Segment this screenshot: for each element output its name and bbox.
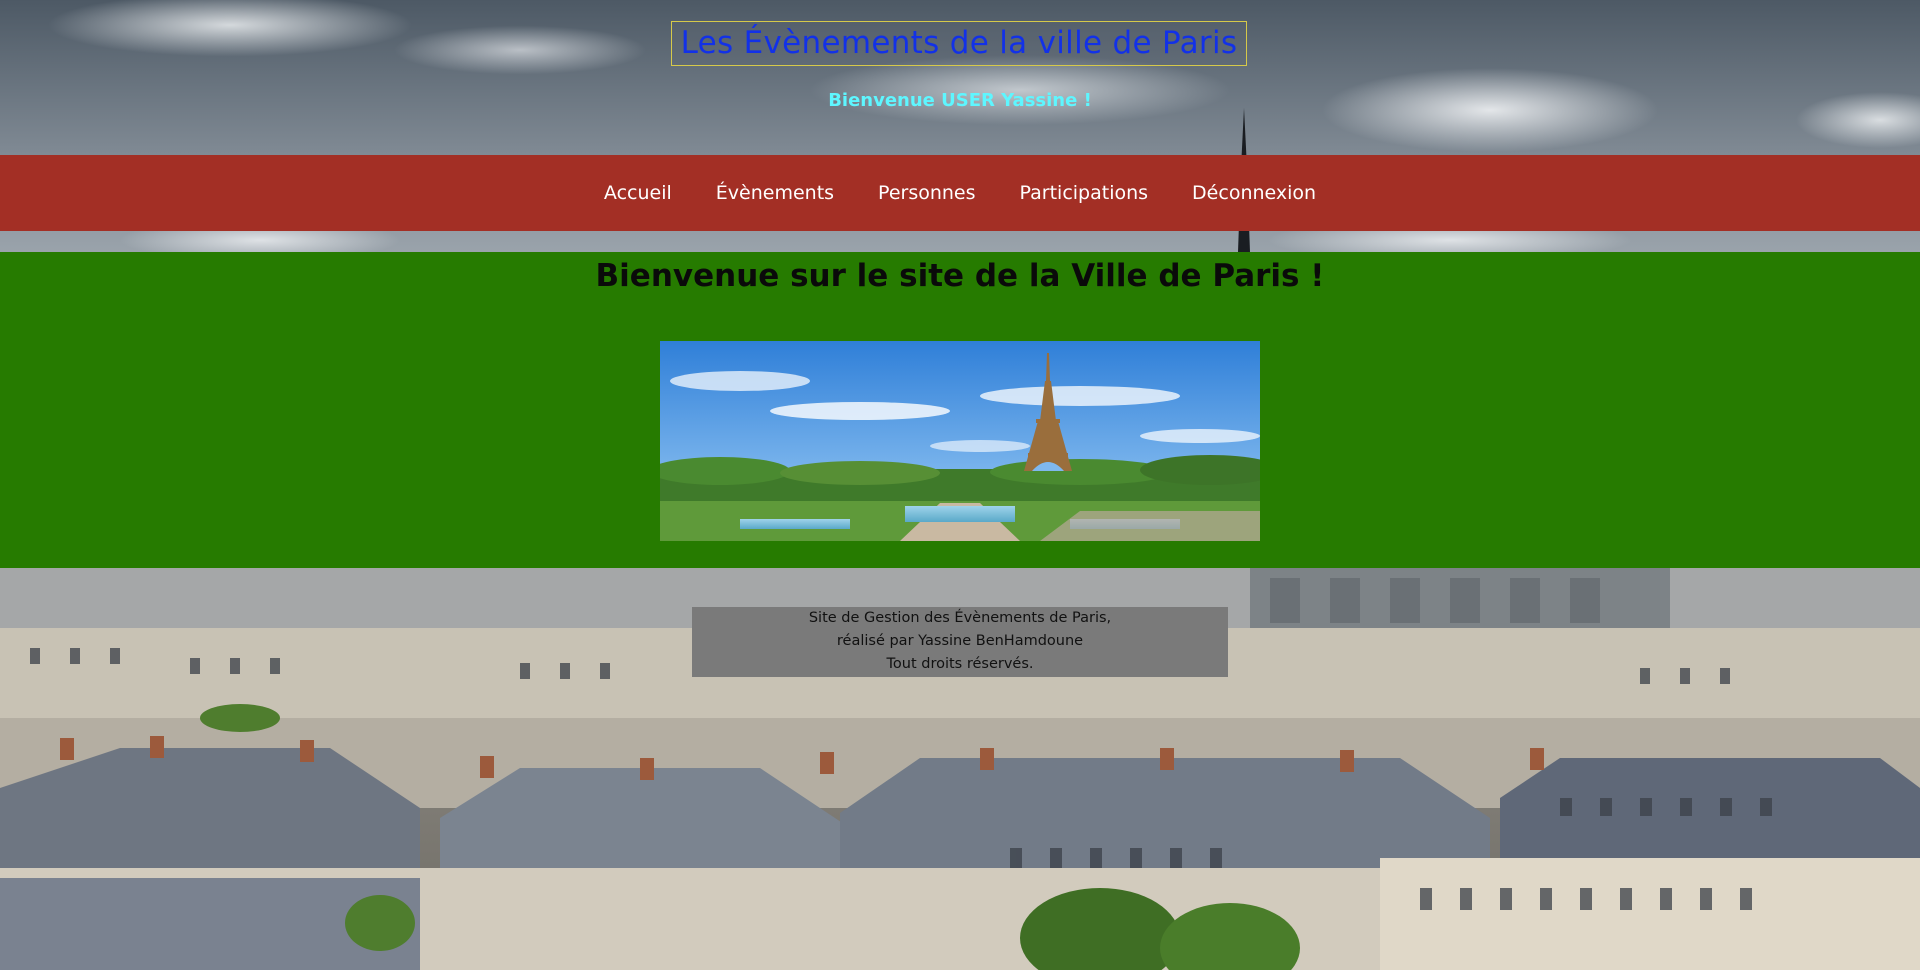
- footer-line-2: réalisé par Yassine BenHamdoune: [836, 633, 1084, 649]
- footer: Site de Gestion des Évènements de Paris,…: [692, 607, 1228, 677]
- eiffel-tower-photo: [660, 341, 1260, 541]
- site-title: Les Évènements de la ville de Paris: [671, 21, 1247, 66]
- nav-item-deconnexion[interactable]: Déconnexion: [1170, 182, 1338, 204]
- nav-menu: Accueil Évènements Personnes Participati…: [582, 182, 1338, 204]
- welcome-user-message: Bienvenue USER Yassine !: [828, 90, 1092, 111]
- nav-item-participations[interactable]: Participations: [998, 182, 1171, 204]
- nav-item-personnes[interactable]: Personnes: [856, 182, 997, 204]
- main-content: Bienvenue sur le site de la Ville de Par…: [0, 252, 1920, 568]
- nav-item-accueil[interactable]: Accueil: [582, 182, 694, 204]
- page-title: Bienvenue sur le site de la Ville de Par…: [595, 258, 1325, 294]
- main-navbar: Accueil Évènements Personnes Participati…: [0, 155, 1920, 231]
- footer-line-3: Tout droits réservés.: [886, 656, 1034, 672]
- footer-line-1: Site de Gestion des Évènements de Paris,: [808, 610, 1112, 626]
- nav-item-evenements[interactable]: Évènements: [694, 182, 856, 204]
